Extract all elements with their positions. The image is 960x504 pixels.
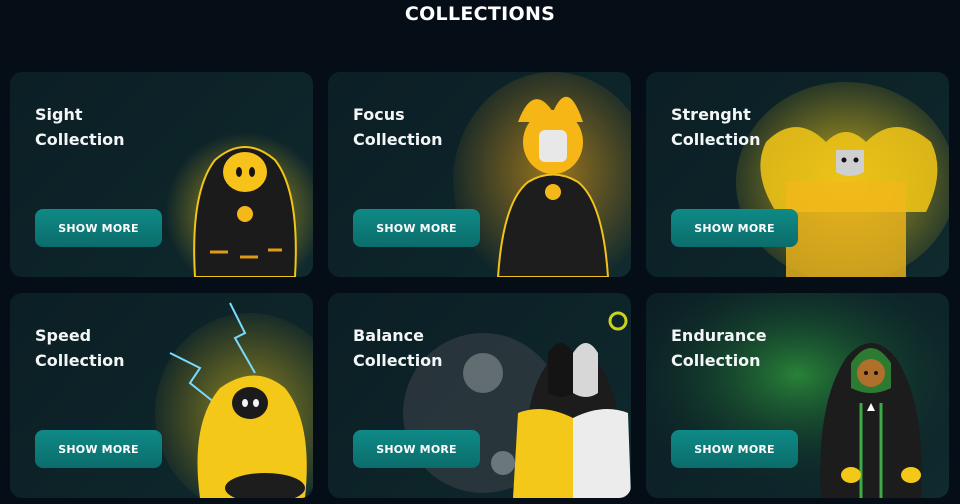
collection-title: Balance Collection: [353, 326, 443, 370]
collection-card-strength[interactable]: Strenght Collection SHOW MORE: [646, 72, 949, 277]
collection-card-balance[interactable]: Balance Collection SHOW MORE: [328, 293, 631, 498]
collection-card-focus[interactable]: Focus Collection SHOW MORE: [328, 72, 631, 277]
collection-title: Strenght Collection: [671, 105, 761, 149]
show-more-button[interactable]: SHOW MORE: [671, 209, 798, 247]
page-title: COLLECTIONS: [404, 3, 556, 25]
collection-title: Sight Collection: [35, 105, 125, 149]
collection-title: Endurance Collection: [671, 326, 767, 370]
collection-card-speed[interactable]: Speed Collection SHOW MORE: [10, 293, 313, 498]
show-more-button[interactable]: SHOW MORE: [353, 430, 480, 468]
collection-card-sight[interactable]: Sight Collection SHOW MORE: [10, 72, 313, 277]
show-more-button[interactable]: SHOW MORE: [35, 430, 162, 468]
show-more-button[interactable]: SHOW MORE: [35, 209, 162, 247]
collection-title: Speed Collection: [35, 326, 125, 370]
show-more-button[interactable]: SHOW MORE: [353, 209, 480, 247]
collections-grid: Sight Collection SHOW MORE Focus Collect…: [10, 72, 949, 498]
show-more-button[interactable]: SHOW MORE: [671, 430, 798, 468]
collection-title: Focus Collection: [353, 105, 443, 149]
collection-card-endurance[interactable]: Endurance Collection SHOW MORE: [646, 293, 949, 498]
